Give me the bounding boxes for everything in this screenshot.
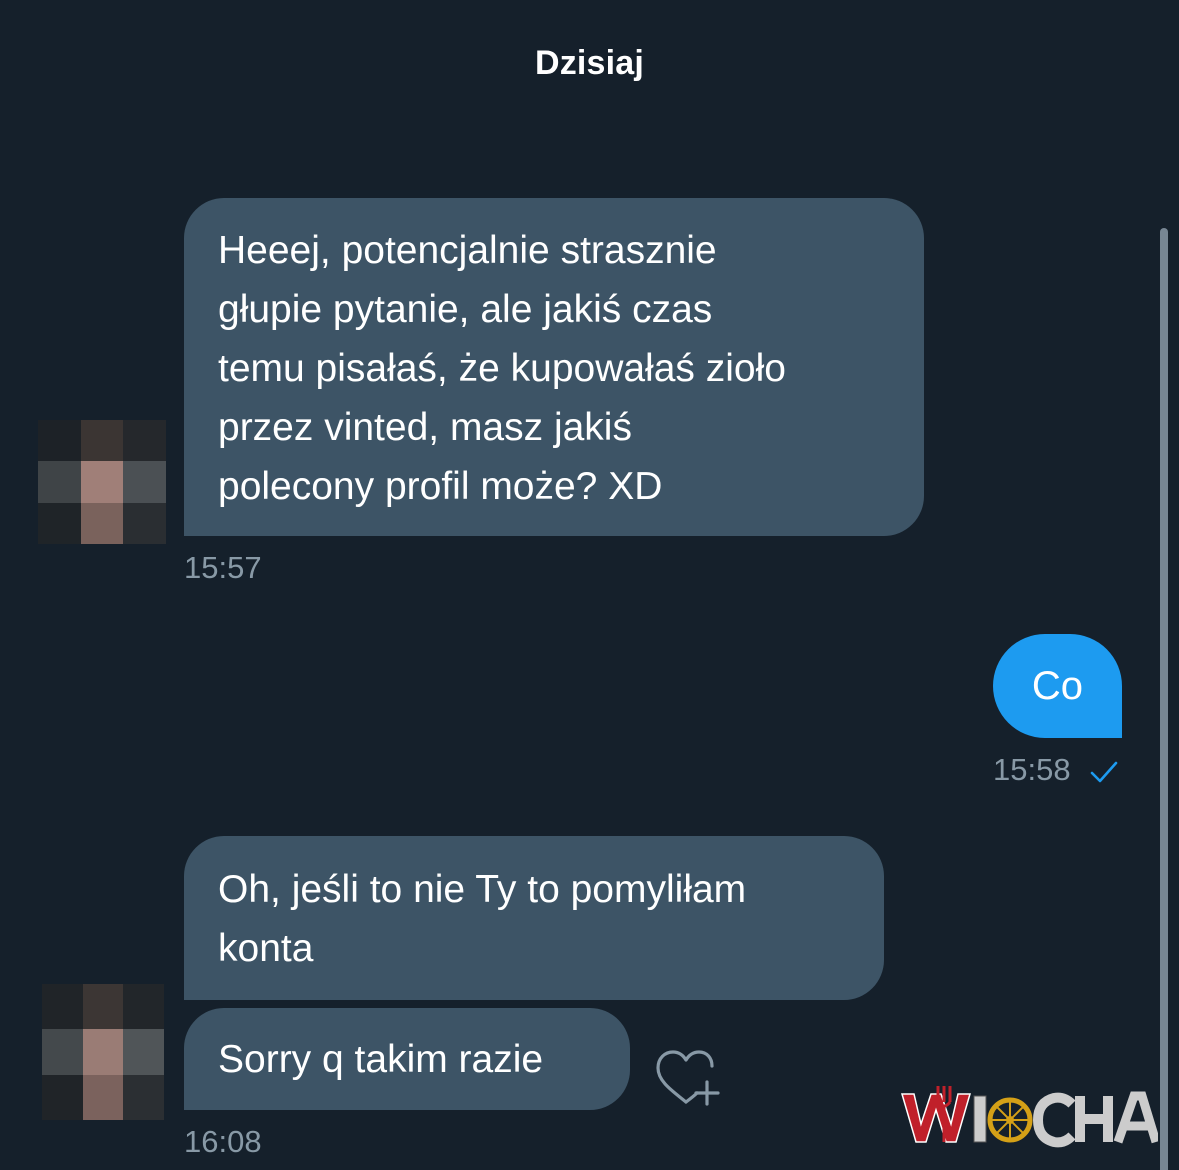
message-timestamp: 15:58	[993, 752, 1071, 787]
message-timestamp: 16:08	[184, 1124, 262, 1159]
incoming-message-bubble[interactable]: Sorry q takim razie	[184, 1008, 630, 1110]
watermark-logo	[901, 1086, 1158, 1148]
check-icon	[1090, 761, 1118, 783]
incoming-message-bubble[interactable]: Heeej, potencjalnie strasznie głupie pyt…	[184, 198, 924, 536]
outgoing-message-bubble[interactable]: Co	[993, 634, 1122, 738]
sender-avatar[interactable]	[42, 984, 164, 1120]
sender-avatar[interactable]	[38, 420, 166, 544]
date-separator: Dzisiaj	[534, 44, 645, 82]
heart-plus-icon[interactable]	[652, 1046, 722, 1110]
incoming-message-bubble[interactable]: Oh, jeśli to nie Ty to pomyliłam konta	[184, 836, 884, 1000]
message-timestamp: 15:57	[184, 550, 262, 585]
scrollbar[interactable]	[1160, 228, 1168, 1170]
